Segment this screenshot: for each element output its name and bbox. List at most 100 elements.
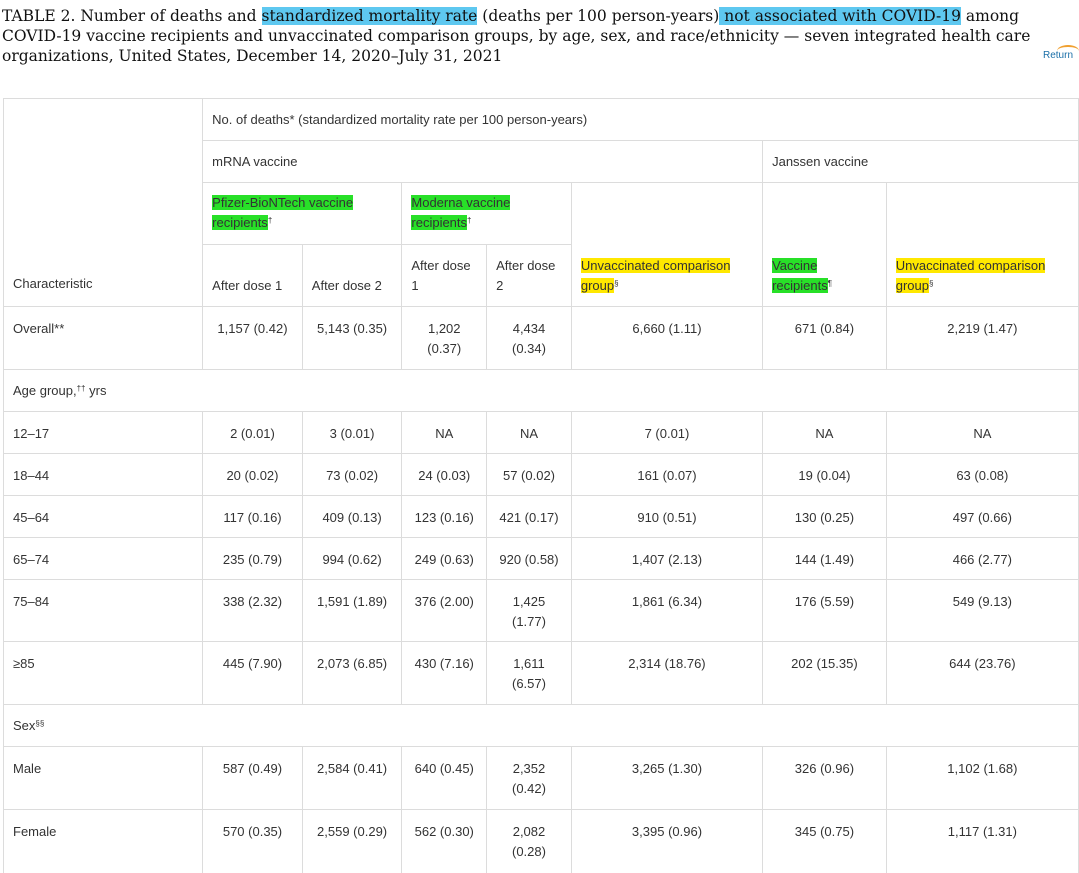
mortality-table: Characteristic No. of deaths* (standardi… [2, 98, 1079, 873]
table-cell: 130 (0.25) [762, 495, 887, 538]
table-cell: 2 (0.01) [202, 411, 303, 454]
table-row: ≥85 445 (7.90) 2,073 (6.85) 430 (7.16) 1… [2, 641, 1079, 705]
table-row: 65–74 235 (0.79) 994 (0.62) 249 (0.63) 9… [2, 537, 1079, 580]
table-cell: 144 (1.49) [762, 537, 887, 580]
row-label: 75–84 [2, 579, 204, 642]
row-label: 45–64 [2, 495, 204, 538]
unvax-janssen-header: Unvaccinated comparison group§ [885, 182, 1079, 307]
table-row: 75–84 338 (2.32) 1,591 (1.89) 376 (2.00)… [2, 579, 1079, 642]
table-cell: 235 (0.79) [202, 537, 303, 580]
table-cell: 57 (0.02) [486, 453, 572, 496]
row-label: Male [2, 746, 204, 810]
row-label: 18–44 [2, 453, 204, 496]
table-cell: 20 (0.02) [202, 453, 303, 496]
caption-part: TABLE 2. Number of deaths and [2, 7, 262, 25]
table-cell: 1,157 (0.42) [202, 306, 303, 370]
table-cell: 161 (0.07) [570, 453, 764, 496]
moderna-dose2-header: After dose 2 [486, 244, 572, 307]
table-cell: 123 (0.16) [401, 495, 488, 538]
table-cell: 202 (15.35) [762, 641, 887, 705]
moderna-label: Moderna vaccine recipients [411, 195, 511, 230]
table-cell: 2,314 (18.76) [570, 641, 764, 705]
moderna-dose1-header: After dose 1 [401, 244, 488, 307]
table-cell: 326 (0.96) [762, 746, 887, 810]
caption-highlight: standardized mortality rate [261, 7, 478, 25]
table-cell: 1,117 (1.31) [885, 809, 1079, 873]
pfizer-label: Pfizer-BioNTech vaccine recipients [212, 195, 354, 230]
footnote-mark: §§ [35, 718, 45, 728]
characteristic-header: Characteristic [2, 98, 204, 307]
unvax-janssen-label: Unvaccinated comparison group [895, 258, 1046, 293]
footnote-mark: † [467, 216, 472, 225]
table-cell: 24 (0.03) [401, 453, 488, 496]
table-cell: 345 (0.75) [762, 809, 887, 873]
table-cell: NA [401, 411, 488, 454]
table-cell: 376 (2.00) [401, 579, 488, 642]
table-cell: 19 (0.04) [762, 453, 887, 496]
table-cell: 7 (0.01) [570, 411, 764, 454]
table-cell: 1,591 (1.89) [301, 579, 403, 642]
caption-part: (deaths per 100 person-years) [477, 7, 720, 25]
janssen-recipients-header: Vaccine recipients¶ [762, 182, 887, 307]
age-group-label: Age group, [13, 382, 77, 398]
row-label: ≥85 [2, 641, 204, 705]
table-cell: 1,407 (2.13) [570, 537, 764, 580]
table-cell: NA [885, 411, 1079, 454]
table-cell: 63 (0.08) [885, 453, 1079, 496]
table-cell: 549 (9.13) [885, 579, 1079, 642]
table-cell: 920 (0.58) [486, 537, 572, 580]
table-cell: 466 (2.77) [885, 537, 1079, 580]
table-cell: 176 (5.59) [762, 579, 887, 642]
table-cell: 3 (0.01) [301, 411, 403, 454]
table-row: 12–17 2 (0.01) 3 (0.01) NA NA 7 (0.01) N… [2, 411, 1079, 454]
table-cell: 5,143 (0.35) [301, 306, 403, 370]
table-cell: 671 (0.84) [762, 306, 887, 370]
deaths-header: No. of deaths* (standardized mortality r… [202, 98, 1079, 141]
table-cell: 2,584 (0.41) [301, 746, 403, 810]
table-cell: 587 (0.49) [202, 746, 303, 810]
table-caption: TABLE 2. Number of deaths and standardiz… [2, 6, 1072, 66]
table-cell: 1,611 (6.57) [486, 641, 572, 705]
unvax-mrna-header: Unvaccinated comparison group§ [570, 182, 764, 307]
footnote-mark: ¶ [827, 279, 833, 288]
table-cell: NA [762, 411, 887, 454]
table-cell: 640 (0.45) [401, 746, 488, 810]
age-group-heading: Age group,†† yrs [3, 369, 1079, 412]
table-cell: 2,559 (0.29) [301, 809, 403, 873]
table-row: Male 587 (0.49) 2,584 (0.41) 640 (0.45) … [2, 746, 1079, 810]
table-row: Female 570 (0.35) 2,559 (0.29) 562 (0.30… [2, 809, 1079, 873]
table-row: 18–44 20 (0.02) 73 (0.02) 24 (0.03) 57 (… [2, 453, 1079, 496]
table-cell: 562 (0.30) [401, 809, 488, 873]
table-cell: 338 (2.32) [202, 579, 303, 642]
table-cell: 3,395 (0.96) [570, 809, 764, 873]
table-row: 45–64 117 (0.16) 409 (0.13) 123 (0.16) 4… [2, 495, 1079, 538]
footnote-mark: †† [76, 383, 86, 393]
table-row: Overall** 1,157 (0.42) 5,143 (0.35) 1,20… [2, 306, 1079, 370]
sex-heading: Sex§§ [3, 704, 1079, 747]
row-label: 12–17 [2, 411, 204, 454]
footnote-mark: § [928, 279, 934, 288]
janssen-header: Janssen vaccine [762, 140, 1079, 183]
table-cell: 4,434 (0.34) [486, 306, 572, 370]
section-row: Sex§§ [3, 704, 1079, 747]
footnote-mark: † [267, 216, 273, 225]
table-cell: 445 (7.90) [202, 641, 303, 705]
table-cell: 497 (0.66) [885, 495, 1079, 538]
return-link[interactable]: Return [1043, 45, 1079, 61]
janssen-recipients-label: Vaccine recipients [772, 258, 828, 293]
pfizer-dose1-header: After dose 1 [202, 244, 303, 307]
table-cell: 430 (7.16) [401, 641, 488, 705]
table-cell: 1,861 (6.34) [570, 579, 764, 642]
table-cell: 2,352 (0.42) [486, 746, 572, 810]
table-cell: 421 (0.17) [486, 495, 572, 538]
pfizer-dose2-header: After dose 2 [301, 244, 403, 307]
table-cell: 1,102 (1.68) [885, 746, 1079, 810]
sex-label: Sex [13, 717, 36, 733]
section-row: Age group,†† yrs [3, 369, 1079, 412]
unvax-mrna-label: Unvaccinated comparison group [580, 258, 731, 293]
table-cell: 1,425 (1.77) [486, 579, 572, 642]
row-label: Female [2, 809, 204, 873]
table-cell: 3,265 (1.30) [570, 746, 764, 810]
table-cell: NA [486, 411, 572, 454]
table-cell: 117 (0.16) [202, 495, 303, 538]
